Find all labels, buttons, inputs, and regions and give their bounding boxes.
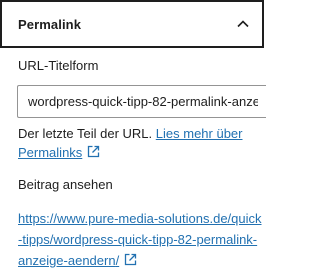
view-post-label: Beitrag ansehen (18, 177, 113, 192)
post-url: https://www.pure-media-solutions.de/quic… (18, 208, 264, 271)
post-url-link[interactable]: https://www.pure-media-solutions.de/quic… (18, 211, 262, 268)
permalink-panel-toggle[interactable]: Permalink (0, 0, 264, 48)
help-text: Der letzte Teil der URL. Lies mehr über … (18, 124, 264, 162)
panel-title: Permalink (18, 16, 82, 32)
post-url-slug: wordpress-quick-tipp-82-permalink-anzeig… (18, 232, 258, 268)
post-url-domain: https://www.pure-media-solutions.de (18, 211, 228, 226)
external-link-icon (125, 253, 137, 266)
chevron-up-icon (237, 20, 249, 28)
help-text-body: Der letzte Teil der URL. (18, 126, 153, 141)
external-link-icon (88, 145, 100, 158)
url-slug-input[interactable] (17, 85, 266, 118)
post-url-trailing-slash: / (115, 253, 120, 268)
url-slug-label: URL-Titelform (18, 58, 99, 73)
